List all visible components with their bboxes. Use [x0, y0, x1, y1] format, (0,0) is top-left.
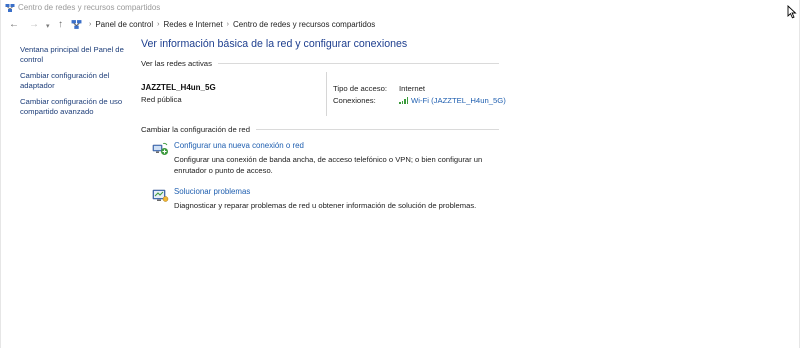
sidebar-link-advanced-sharing[interactable]: Cambiar configuración de uso compartido …: [20, 97, 130, 117]
network-sharing-icon: [71, 20, 82, 29]
section-divider: [255, 129, 499, 130]
sidebar-link-control-panel-home[interactable]: Ventana principal del Panel de control: [20, 45, 130, 65]
new-connection-link[interactable]: Configurar una nueva conexión o red: [174, 141, 304, 150]
section-divider: [217, 63, 499, 64]
new-connection-description: Configurar una conexión de banda ancha, …: [174, 155, 483, 175]
section-active-networks: Ver las redes activas: [141, 59, 499, 68]
network-sharing-center-window: Centro de redes y recursos compartidos ←…: [0, 0, 800, 348]
breadcrumb-separator: ›: [89, 21, 92, 28]
address-bar: ← → ▾ ↑ › Panel de control › Redes e Int…: [1, 16, 800, 34]
back-button[interactable]: ←: [9, 19, 19, 31]
breadcrumb-network-sharing-center[interactable]: Centro de redes y recursos compartidos: [233, 20, 375, 29]
breadcrumb-separator: ›: [157, 21, 160, 28]
breadcrumb-separator: ›: [226, 21, 230, 28]
troubleshoot-icon: [152, 189, 169, 202]
active-network-card: JAZZTEL_H4un_5G Red pública Tipo de acce…: [141, 72, 506, 116]
title-bar: Centro de redes y recursos compartidos: [1, 0, 800, 16]
network-sharing-icon: [5, 4, 15, 12]
breadcrumb-control-panel[interactable]: Panel de control: [95, 20, 153, 29]
section-heading: Ver las redes activas: [141, 59, 212, 68]
troubleshoot-description: Diagnosticar y reparar problemas de red …: [174, 201, 477, 210]
wifi-connection-link[interactable]: Wi-Fi (JAZZTEL_H4un_5G): [399, 96, 506, 105]
network-name: JAZZTEL_H4un_5G: [141, 83, 216, 92]
connections-label: Conexiones:: [333, 96, 376, 105]
window-title: Centro de redes y recursos compartidos: [18, 3, 161, 12]
vertical-divider: [326, 72, 327, 116]
new-connection-icon: [152, 142, 168, 155]
wifi-signal-icon: [399, 97, 408, 104]
recent-locations-dropdown[interactable]: ▾: [46, 21, 50, 33]
breadcrumb-network-internet[interactable]: Redes e Internet: [164, 20, 223, 29]
troubleshoot-link[interactable]: Solucionar problemas: [174, 187, 250, 196]
mouse-pointer-icon: [787, 5, 797, 19]
access-type-value: Internet: [399, 84, 426, 93]
up-button[interactable]: ↑: [58, 19, 63, 31]
sidebar-link-adapter-settings[interactable]: Cambiar configuración del adaptador: [20, 71, 130, 91]
access-type-label: Tipo de acceso:: [333, 84, 387, 93]
sidebar: Ventana principal del Panel de control C…: [20, 45, 130, 123]
breadcrumb: › Panel de control › Redes e Internet › …: [85, 20, 375, 29]
page-title: Ver información básica de la red y confi…: [141, 38, 408, 50]
section-change-settings: Cambiar la configuración de red: [141, 125, 499, 134]
forward-button[interactable]: →: [29, 19, 39, 31]
section-heading: Cambiar la configuración de red: [141, 125, 250, 134]
network-category: Red pública: [141, 95, 182, 104]
wifi-connection-label: Wi-Fi (JAZZTEL_H4un_5G): [411, 96, 506, 105]
